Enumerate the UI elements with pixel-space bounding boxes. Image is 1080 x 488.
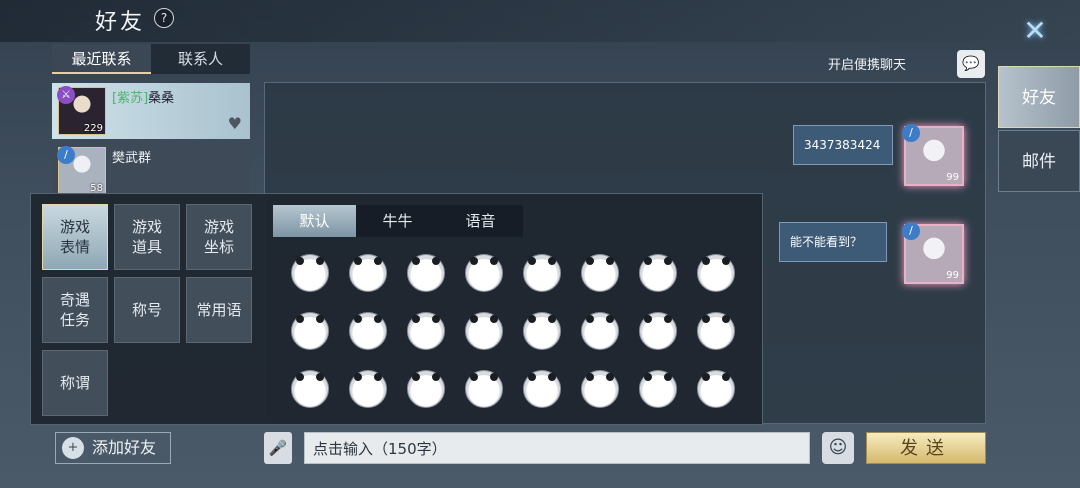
sword-icon: / <box>902 124 920 142</box>
emoji-tab-default[interactable]: 默认 <box>273 205 356 237</box>
panda-emoji-icon[interactable] <box>523 312 561 350</box>
category-title[interactable]: 称号 <box>114 277 180 343</box>
panda-emoji-icon[interactable] <box>349 312 387 350</box>
heart-icon[interactable]: ♥ <box>228 114 242 133</box>
side-tab-friends[interactable]: 好友 <box>998 66 1080 128</box>
panda-emoji-icon[interactable] <box>581 254 619 292</box>
panda-emoji-icon[interactable] <box>465 312 503 350</box>
send-button[interactable]: 发送 <box>866 432 986 464</box>
microphone-icon[interactable]: 🎤 <box>264 432 292 464</box>
panda-emoji-icon[interactable] <box>407 370 445 408</box>
avatar[interactable]: / 99 <box>902 124 964 186</box>
panda-emoji-icon[interactable] <box>349 370 387 408</box>
avatar-level: 99 <box>946 270 959 281</box>
avatar: ⚔ 229 <box>57 86 106 135</box>
avatar: / 58 <box>57 146 106 195</box>
emoji-panel: 游戏 表情 游戏 道具 游戏 坐标 奇遇 任务 称号 常用语 称谓 默认 牛牛 … <box>30 193 763 425</box>
panda-emoji-icon[interactable] <box>581 312 619 350</box>
panda-emoji-icon[interactable] <box>581 370 619 408</box>
category-game-coords[interactable]: 游戏 坐标 <box>186 204 252 270</box>
chat-message[interactable]: 能不能看到？ <box>779 222 887 262</box>
avatar-level: 229 <box>83 123 103 134</box>
chat-bubble-icon[interactable]: 💬 <box>957 50 985 78</box>
panda-emoji-icon[interactable] <box>407 312 445 350</box>
page-title: 好友 <box>95 10 146 35</box>
help-icon[interactable]: ? <box>154 8 174 28</box>
avatar[interactable]: / 99 <box>902 222 964 284</box>
contact-name: 樊武群 <box>112 151 152 166</box>
panda-emoji-icon[interactable] <box>639 312 677 350</box>
panda-emoji-icon[interactable] <box>465 370 503 408</box>
guild-tag: [紫苏] <box>112 91 149 106</box>
side-tabs: 好友 邮件 <box>998 64 1080 444</box>
side-tab-mail[interactable]: 邮件 <box>998 130 1080 192</box>
panda-emoji-icon[interactable] <box>291 370 329 408</box>
panda-emoji-icon[interactable] <box>291 254 329 292</box>
emoji-tabs: 默认 牛牛 语音 <box>273 205 523 237</box>
add-friend-label: 添加好友 <box>92 438 157 457</box>
category-game-emoji[interactable]: 游戏 表情 <box>42 204 108 270</box>
panda-emoji-icon[interactable] <box>639 254 677 292</box>
emoji-icon[interactable]: ☺ <box>822 432 854 464</box>
contact-item[interactable]: ⚔ 229 [紫苏]桑桑 ♥ <box>52 83 250 139</box>
category-game-items[interactable]: 游戏 道具 <box>114 204 180 270</box>
panda-emoji-icon[interactable] <box>291 312 329 350</box>
tab-contacts[interactable]: 联系人 <box>151 44 250 74</box>
panda-emoji-icon[interactable] <box>465 254 503 292</box>
contact-item[interactable]: / 58 樊武群 <box>52 143 250 199</box>
sword-icon: / <box>902 222 920 240</box>
close-icon[interactable]: ✕ <box>1018 14 1052 48</box>
emoji-tab-niuniu[interactable]: 牛牛 <box>356 205 439 237</box>
panda-emoji-icon[interactable] <box>349 254 387 292</box>
panda-emoji-icon[interactable] <box>697 370 735 408</box>
contact-tabs: 最近联系 联系人 <box>52 44 250 74</box>
category-appellation[interactable]: 称谓 <box>42 350 108 416</box>
contact-name-text: 桑桑 <box>148 91 175 106</box>
tab-recent-contacts[interactable]: 最近联系 <box>52 44 151 74</box>
panda-emoji-icon[interactable] <box>639 370 677 408</box>
class-icon: ⚔ <box>57 86 75 104</box>
panda-emoji-icon[interactable] <box>523 370 561 408</box>
sword-icon: / <box>57 146 75 164</box>
panda-emoji-icon[interactable] <box>697 254 735 292</box>
category-quest[interactable]: 奇遇 任务 <box>42 277 108 343</box>
emoji-tab-voice[interactable]: 语音 <box>439 205 522 237</box>
chat-message[interactable]: 3437383424 <box>793 125 893 165</box>
category-phrases[interactable]: 常用语 <box>186 277 252 343</box>
portable-chat-label: 开启便携聊天 <box>828 58 907 73</box>
chat-input[interactable]: 点击输入（150字） <box>304 432 810 464</box>
contact-name: [紫苏]桑桑 <box>112 87 174 106</box>
avatar-level: 99 <box>946 172 959 183</box>
add-friend-button[interactable]: + 添加好友 <box>55 432 171 464</box>
panda-emoji-icon[interactable] <box>407 254 445 292</box>
panda-emoji-icon[interactable] <box>523 254 561 292</box>
panda-emoji-icon[interactable] <box>697 312 735 350</box>
add-user-icon: + <box>62 437 84 459</box>
